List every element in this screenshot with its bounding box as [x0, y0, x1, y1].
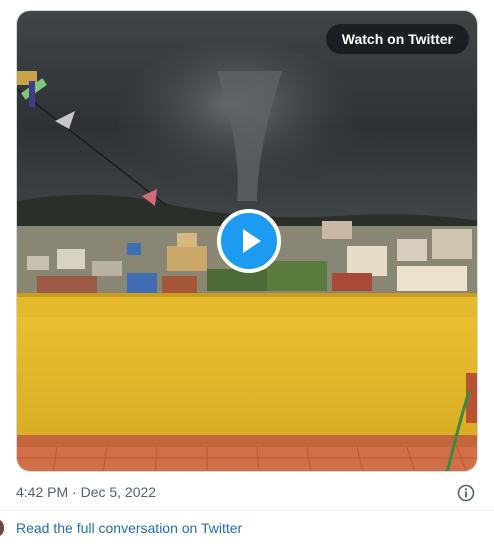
watch-on-twitter-button[interactable]: Watch on Twitter	[325, 24, 469, 54]
divider	[0, 510, 494, 511]
play-button[interactable]	[217, 209, 281, 273]
tweet-meta-row: 4:42 PM · Dec 5, 2022	[16, 482, 478, 504]
read-full-conversation-link[interactable]: Read the full conversation on Twitter	[16, 520, 242, 536]
avatar	[0, 520, 4, 536]
video-player[interactable]: Watch on Twitter	[16, 10, 478, 472]
play-icon	[243, 229, 261, 253]
tweet-timestamp[interactable]: 4:42 PM · Dec 5, 2022	[16, 484, 156, 500]
tweet-embed-card: Watch on Twitter 4:42 PM · Dec 5, 2022 R…	[0, 0, 494, 555]
info-icon[interactable]	[456, 483, 476, 503]
